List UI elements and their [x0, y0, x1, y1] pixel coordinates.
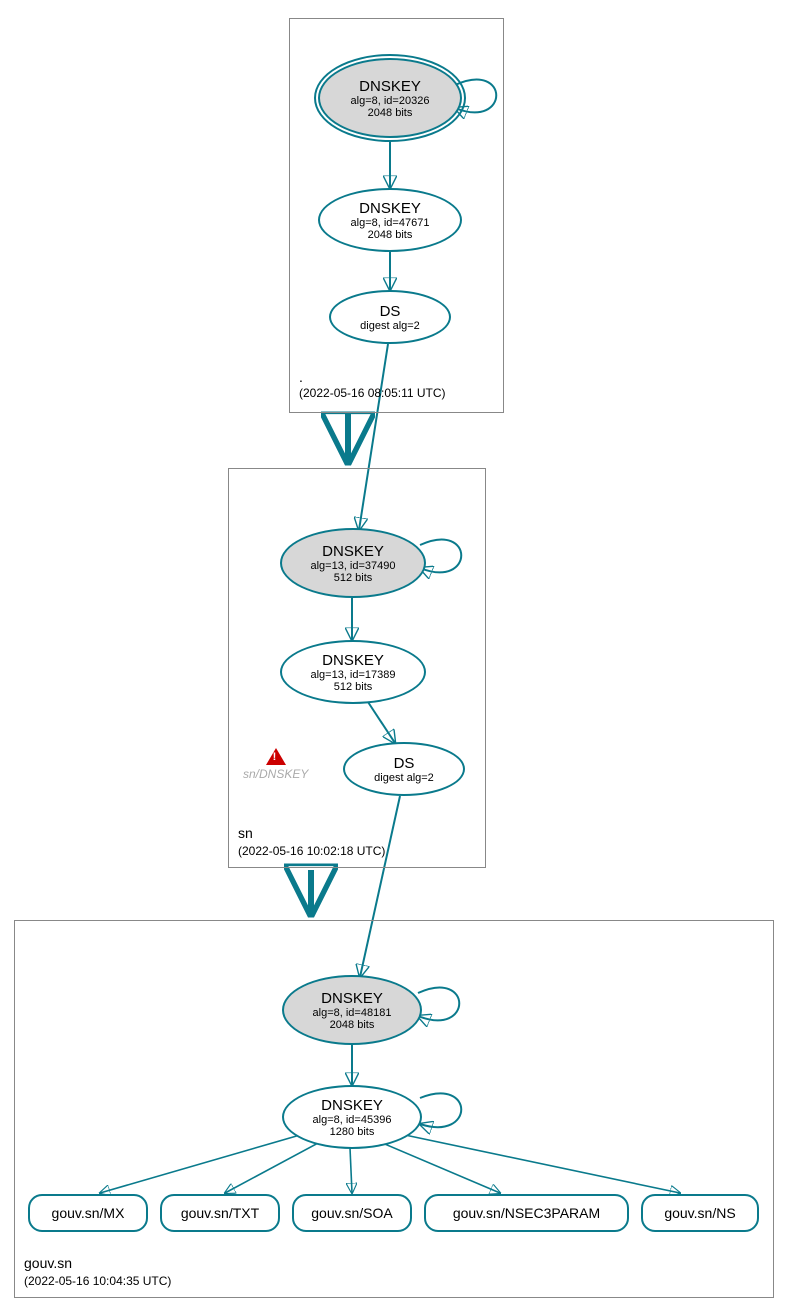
node-sub: 2048 bits — [330, 1019, 375, 1031]
rr-label: gouv.sn/TXT — [181, 1205, 259, 1221]
rr-ns: gouv.sn/NS — [641, 1194, 759, 1232]
node-sub: digest alg=2 — [360, 320, 420, 332]
node-sub: alg=8, id=47671 — [351, 217, 430, 229]
rr-soa: gouv.sn/SOA — [292, 1194, 412, 1232]
node-sub: 1280 bits — [330, 1126, 375, 1138]
zone-root-timestamp: (2022-05-16 08:05:11 UTC) — [299, 386, 446, 400]
rr-mx: gouv.sn/MX — [28, 1194, 148, 1232]
node-sub: digest alg=2 — [374, 772, 434, 784]
rr-nsec3param: gouv.sn/NSEC3PARAM — [424, 1194, 629, 1232]
node-title: DNSKEY — [359, 78, 421, 95]
sn-ds: DS digest alg=2 — [343, 742, 465, 796]
root-ds: DS digest alg=2 — [329, 290, 451, 344]
node-sub: alg=8, id=48181 — [313, 1007, 392, 1019]
root-dnskey-ksk: DNSKEY alg=8, id=20326 2048 bits — [318, 58, 462, 138]
node-sub: 512 bits — [334, 572, 373, 584]
sn-dnskey-ksk: DNSKEY alg=13, id=37490 512 bits — [280, 528, 426, 598]
zone-root-name: . — [299, 368, 303, 386]
rr-label: gouv.sn/NS — [664, 1205, 735, 1221]
node-title: DS — [380, 303, 401, 320]
node-sub: alg=13, id=17389 — [310, 669, 395, 681]
warning-icon — [266, 748, 286, 765]
dnssec-graph: . (2022-05-16 08:05:11 UTC) DNSKEY alg=8… — [0, 0, 787, 1312]
node-title: DNSKEY — [322, 543, 384, 560]
warning-text: sn/DNSKEY — [243, 767, 308, 781]
gouv-dnskey-ksk: DNSKEY alg=8, id=48181 2048 bits — [282, 975, 422, 1045]
node-sub: alg=13, id=37490 — [310, 560, 395, 572]
node-title: DS — [394, 755, 415, 772]
rr-label: gouv.sn/MX — [52, 1205, 125, 1221]
node-sub: alg=8, id=20326 — [351, 95, 430, 107]
rr-label: gouv.sn/NSEC3PARAM — [453, 1205, 600, 1221]
node-sub: 2048 bits — [368, 229, 413, 241]
rr-txt: gouv.sn/TXT — [160, 1194, 280, 1232]
zone-gouv-name: gouv.sn — [24, 1254, 72, 1272]
node-sub: 2048 bits — [368, 107, 413, 119]
node-title: DNSKEY — [321, 1097, 383, 1114]
node-sub: 512 bits — [334, 681, 373, 693]
sn-dnskey-zsk: DNSKEY alg=13, id=17389 512 bits — [280, 640, 426, 704]
zone-sn-name: sn — [238, 824, 253, 842]
zone-gouv-timestamp: (2022-05-16 10:04:35 UTC) — [24, 1274, 171, 1288]
node-sub: alg=8, id=45396 — [313, 1114, 392, 1126]
node-title: DNSKEY — [322, 652, 384, 669]
node-title: DNSKEY — [321, 990, 383, 1007]
node-title: DNSKEY — [359, 200, 421, 217]
sn-dnskey-warning: sn/DNSKEY — [243, 748, 308, 781]
root-dnskey-zsk: DNSKEY alg=8, id=47671 2048 bits — [318, 188, 462, 252]
rr-label: gouv.sn/SOA — [311, 1205, 392, 1221]
zone-sn-timestamp: (2022-05-16 10:02:18 UTC) — [238, 844, 385, 858]
gouv-dnskey-zsk: DNSKEY alg=8, id=45396 1280 bits — [282, 1085, 422, 1149]
